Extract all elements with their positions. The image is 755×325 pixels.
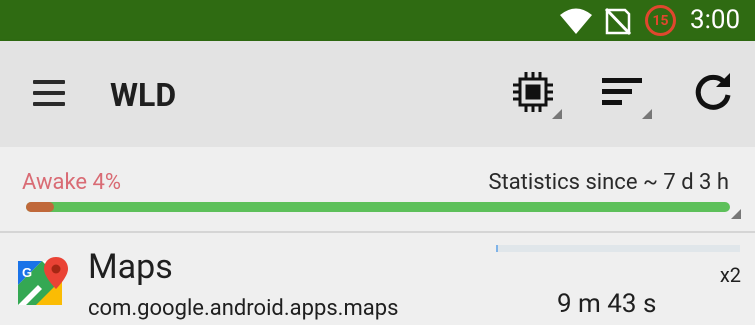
wake-count: x2 xyxy=(719,263,741,287)
app-title: WLD xyxy=(110,76,177,114)
awake-stats-panel[interactable]: Awake 4% Statistics since ~ 7 d 3 h xyxy=(0,147,755,233)
no-signal-icon xyxy=(604,7,632,36)
awake-percentage: Awake 4% xyxy=(22,170,122,195)
status-bar: 15 3:00 xyxy=(0,0,755,41)
clock: 3:00 xyxy=(690,5,741,35)
dropdown-corner-icon xyxy=(552,109,562,119)
sort-icon[interactable] xyxy=(600,69,652,119)
cpu-chip-glyph xyxy=(513,72,553,112)
list-item[interactable]: G Maps com.google.android.apps.maps x2 9… xyxy=(0,235,755,325)
refresh-glyph xyxy=(695,73,731,110)
app-name: Maps xyxy=(88,247,173,287)
awake-progress-bar xyxy=(26,202,730,212)
app-package: com.google.android.apps.maps xyxy=(88,296,399,321)
svg-text:G: G xyxy=(22,265,32,280)
statistics-since: Statistics since ~ 7 d 3 h xyxy=(488,170,729,195)
awake-progress-fill xyxy=(26,202,55,212)
wifi-icon xyxy=(560,8,592,34)
dropdown-corner-icon xyxy=(731,209,741,219)
google-maps-icon: G xyxy=(18,257,68,305)
refresh-icon[interactable] xyxy=(690,69,742,119)
usage-bar-fill xyxy=(496,245,499,252)
cpu-icon[interactable] xyxy=(510,69,562,119)
badge-count: 15 xyxy=(652,12,669,29)
usage-bar xyxy=(496,245,740,252)
toolbar: WLD xyxy=(0,41,755,147)
wake-duration: 9 m 43 s xyxy=(557,289,657,319)
menu-icon[interactable] xyxy=(29,78,69,110)
battery-saver-badge: 15 xyxy=(645,5,676,36)
dropdown-corner-icon xyxy=(642,109,652,119)
sort-lines-glyph xyxy=(602,78,642,105)
